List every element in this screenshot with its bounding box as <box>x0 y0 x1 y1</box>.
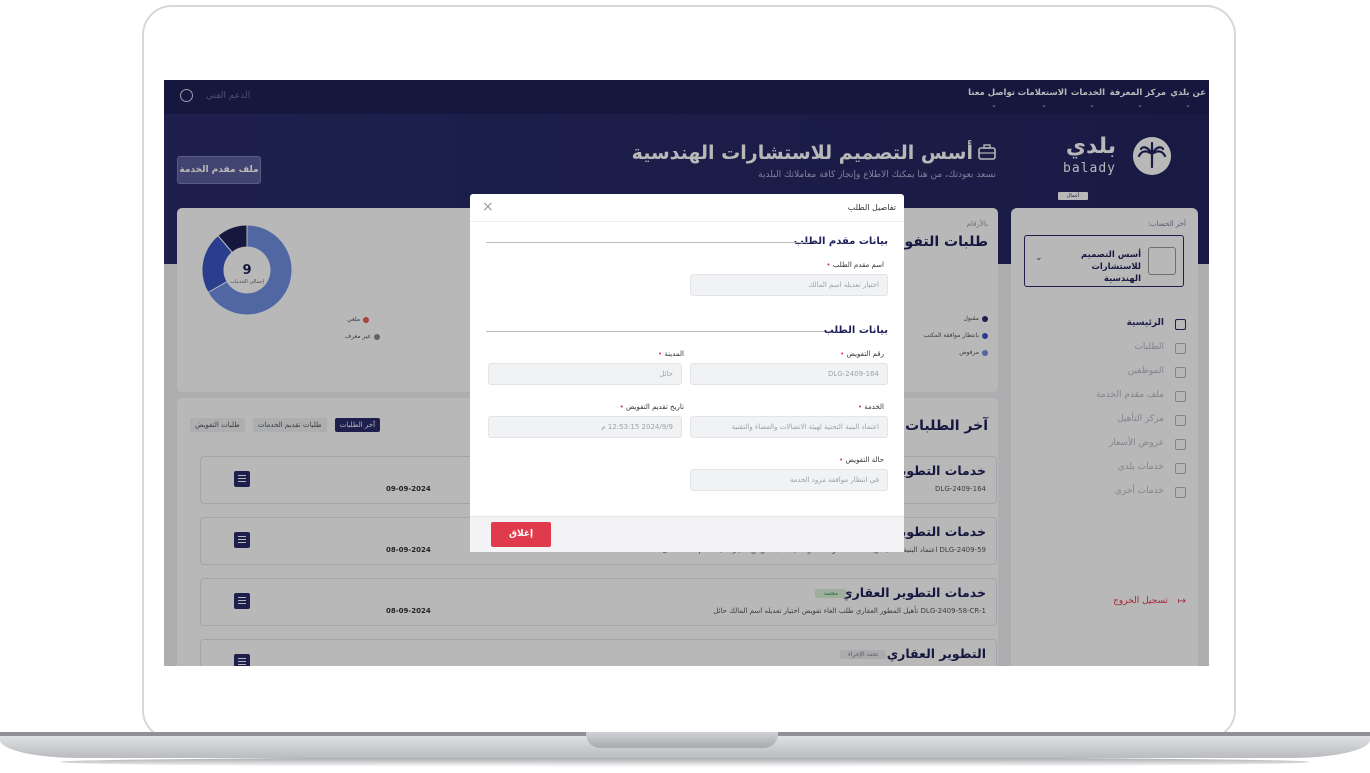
app-screen: عن بلدي ⌄ مركز المعرفة ⌄ الخدمات ⌄ الاست… <box>164 80 1209 666</box>
close-button[interactable]: إغلاق <box>491 522 551 547</box>
service-field[interactable]: اعتماد البنية التحتية لهيئة الاتصالات وا… <box>690 416 888 438</box>
section-request: بيانات الطلب <box>823 325 888 336</box>
delegation-no-field[interactable]: DLG-2409-164 <box>690 363 888 385</box>
delegation-date-label: تاريخ تقديم التفويض • <box>619 403 684 411</box>
divider <box>486 331 824 332</box>
delegation-status-label: حالة التفويض • <box>839 456 884 464</box>
laptop-notch <box>586 732 778 748</box>
modal-title: تفاصيل الطلب <box>847 203 896 212</box>
close-icon[interactable]: × <box>482 199 494 215</box>
field-label: تاريخ تقديم التفويض <box>625 403 684 411</box>
field-label: المدينة <box>664 350 684 358</box>
city-label: المدينة • <box>658 350 684 358</box>
delegation-status-field[interactable]: في انتظار موافقة مزود الخدمة <box>690 469 888 491</box>
applicant-name-label: اسم مقدم الطلب • <box>826 261 884 269</box>
laptop-base-shadow <box>60 757 1310 767</box>
field-label: اسم مقدم الطلب <box>832 261 884 269</box>
request-details-modal: تفاصيل الطلب × بيانات مقدم الطلب اسم مقد… <box>470 194 904 552</box>
field-label: الخدمة <box>864 403 884 411</box>
field-label: حالة التفويض <box>845 456 884 464</box>
delegation-no-label: رقم التفويض • <box>840 350 884 358</box>
modal-header: تفاصيل الطلب × <box>470 194 904 222</box>
divider <box>486 242 808 243</box>
field-label: رقم التفويض <box>846 350 884 358</box>
modal-footer: إغلاق <box>470 516 904 552</box>
city-field[interactable]: حائل <box>488 363 682 385</box>
service-label: الخدمة • <box>857 403 884 411</box>
delegation-date-field[interactable]: 2024/9/9 12:53:15 م <box>488 416 682 438</box>
applicant-name-field[interactable]: اختيار تعديله اسم المالك <box>690 274 888 296</box>
